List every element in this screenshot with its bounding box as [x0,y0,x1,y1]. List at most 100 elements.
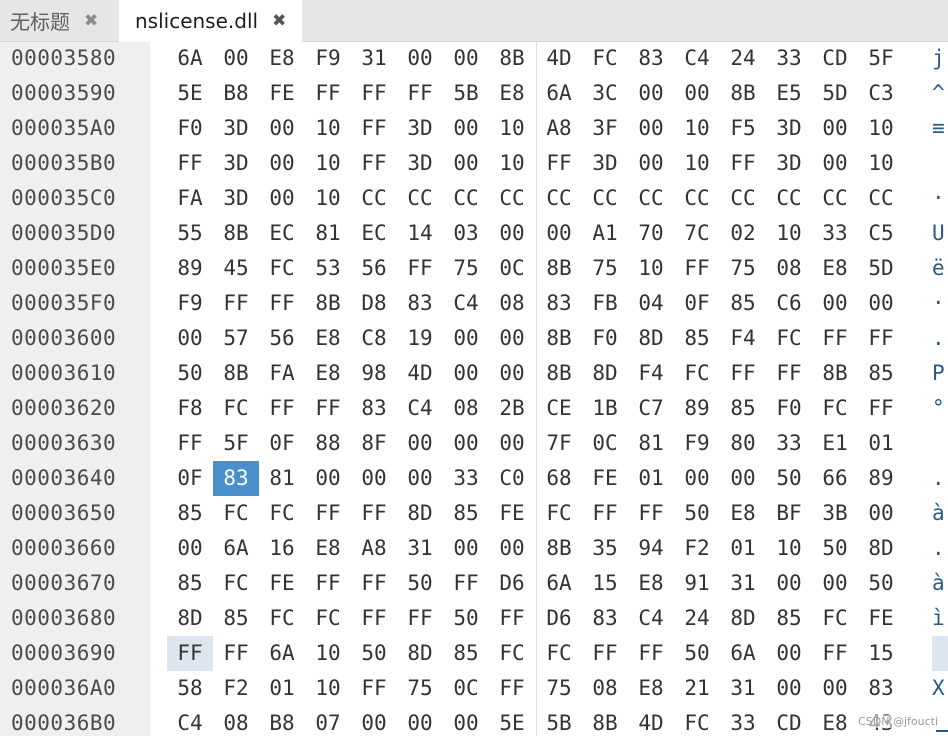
hex-byte[interactable]: 00 [489,356,535,391]
hex-byte[interactable]: A1 [582,216,628,251]
close-icon[interactable]: ✖ [84,11,98,31]
hex-byte[interactable]: 00 [259,181,305,216]
hex-byte[interactable]: 8B [213,356,259,391]
hex-byte[interactable]: FF [351,496,397,531]
hex-byte[interactable]: 8B [489,41,535,76]
hex-byte[interactable]: 01 [628,461,674,496]
hex-byte[interactable]: FF [397,76,443,111]
hex-byte[interactable]: 85 [167,496,213,531]
hex-byte[interactable]: 0C [582,426,628,461]
hex-byte[interactable]: 50 [167,356,213,391]
hex-byte[interactable]: 33 [766,426,812,461]
hex-byte[interactable]: 10 [305,146,351,181]
hex-byte[interactable]: 10 [766,216,812,251]
hex-byte[interactable]: FC [812,601,858,636]
hex-byte[interactable]: F9 [305,41,351,76]
hex-byte[interactable]: 8D [582,356,628,391]
hex-byte[interactable]: 8F [351,426,397,461]
hex-byte[interactable]: F2 [674,531,720,566]
hex-byte[interactable]: 35 [582,531,628,566]
hex-byte[interactable]: 75 [397,671,443,706]
hex-byte[interactable]: 3D [213,146,259,181]
hex-byte[interactable]: F0 [582,321,628,356]
hex-byte[interactable]: FF [259,391,305,426]
hex-byte[interactable]: 85 [213,601,259,636]
hex-byte[interactable]: CC [766,181,812,216]
hex-byte[interactable]: CC [443,181,489,216]
hex-byte[interactable]: 91 [674,566,720,601]
hex-byte[interactable]: 3D [397,146,443,181]
hex-byte[interactable]: 3B [812,496,858,531]
hex-byte[interactable]: FF [213,286,259,321]
hex-byte[interactable]: FA [167,181,213,216]
hex-byte[interactable]: 02 [720,216,766,251]
hex-byte[interactable]: E8 [628,566,674,601]
hex-byte[interactable]: 8D [720,601,766,636]
hex-byte[interactable]: D6 [536,601,582,636]
hex-byte[interactable]: 00 [489,426,535,461]
hex-byte[interactable]: FC [536,636,582,671]
hex-byte[interactable]: 75 [582,251,628,286]
hex-byte[interactable]: 81 [259,461,305,496]
hex-byte[interactable]: 31 [397,531,443,566]
ascii-preview[interactable]: ≡ [932,111,948,146]
hex-byte[interactable]: 53 [305,251,351,286]
hex-byte[interactable]: 08 [582,671,628,706]
hex-byte[interactable]: 81 [305,216,351,251]
hex-byte[interactable]: 83 [536,286,582,321]
hex-byte[interactable]: 2B [489,391,535,426]
hex-byte[interactable]: FC [213,391,259,426]
hex-byte[interactable]: 00 [397,41,443,76]
hex-byte[interactable]: FC [213,566,259,601]
hex-byte[interactable]: 8B [536,251,582,286]
hex-byte[interactable]: FC [536,496,582,531]
close-icon[interactable]: ✖ [272,11,286,31]
hex-byte[interactable]: CC [397,181,443,216]
hex-byte[interactable]: 58 [167,671,213,706]
hex-byte[interactable]: 8D [397,636,443,671]
hex-byte[interactable]: FB [582,286,628,321]
hex-byte[interactable]: FC [305,601,351,636]
hex-byte[interactable]: 00 [812,671,858,706]
hex-byte[interactable]: 6A [167,41,213,76]
hex-byte[interactable]: FF [720,356,766,391]
hex-byte[interactable]: FC [259,496,305,531]
hex-byte[interactable]: 31 [351,41,397,76]
hex-byte[interactable]: FC [259,251,305,286]
hex-byte[interactable]: 00 [443,146,489,181]
hex-byte[interactable]: 00 [489,531,535,566]
hex-byte[interactable]: 10 [766,531,812,566]
hex-byte[interactable]: C4 [397,391,443,426]
hex-byte[interactable]: 00 [766,671,812,706]
hex-byte[interactable]: 8B [536,321,582,356]
hex-byte[interactable]: FF [351,566,397,601]
hex-byte[interactable]: 75 [443,251,489,286]
hex-byte[interactable]: 01 [858,426,904,461]
hex-byte[interactable]: 08 [766,251,812,286]
hex-byte[interactable]: 85 [167,566,213,601]
hex-byte[interactable]: 08 [489,286,535,321]
hex-byte[interactable]: E8 [812,251,858,286]
hex-byte[interactable]: F8 [167,391,213,426]
hex-byte[interactable]: 83 [628,41,674,76]
hex-byte[interactable]: FF [443,566,489,601]
hex-byte[interactable]: 00 [259,146,305,181]
ascii-preview[interactable]: . [932,461,948,496]
hex-byte[interactable]: 50 [674,496,720,531]
hex-byte[interactable]: 4D [536,41,582,76]
hex-byte[interactable]: 89 [167,251,213,286]
hex-byte[interactable]: C5 [858,216,904,251]
ascii-preview[interactable]: ° [932,391,948,426]
hex-byte[interactable]: FF [351,76,397,111]
hex-byte[interactable]: 08 [443,391,489,426]
hex-byte[interactable]: FC [489,636,535,671]
hex-byte[interactable]: 01 [259,671,305,706]
hex-byte[interactable]: BF [766,496,812,531]
hex-byte[interactable]: FF [812,636,858,671]
ascii-preview[interactable]: X [932,671,948,706]
hex-byte[interactable]: FF [766,356,812,391]
hex-byte[interactable]: 3D [213,181,259,216]
hex-byte[interactable]: 10 [674,146,720,181]
hex-byte[interactable]: F0 [167,111,213,146]
hex-byte[interactable]: 8D [628,321,674,356]
